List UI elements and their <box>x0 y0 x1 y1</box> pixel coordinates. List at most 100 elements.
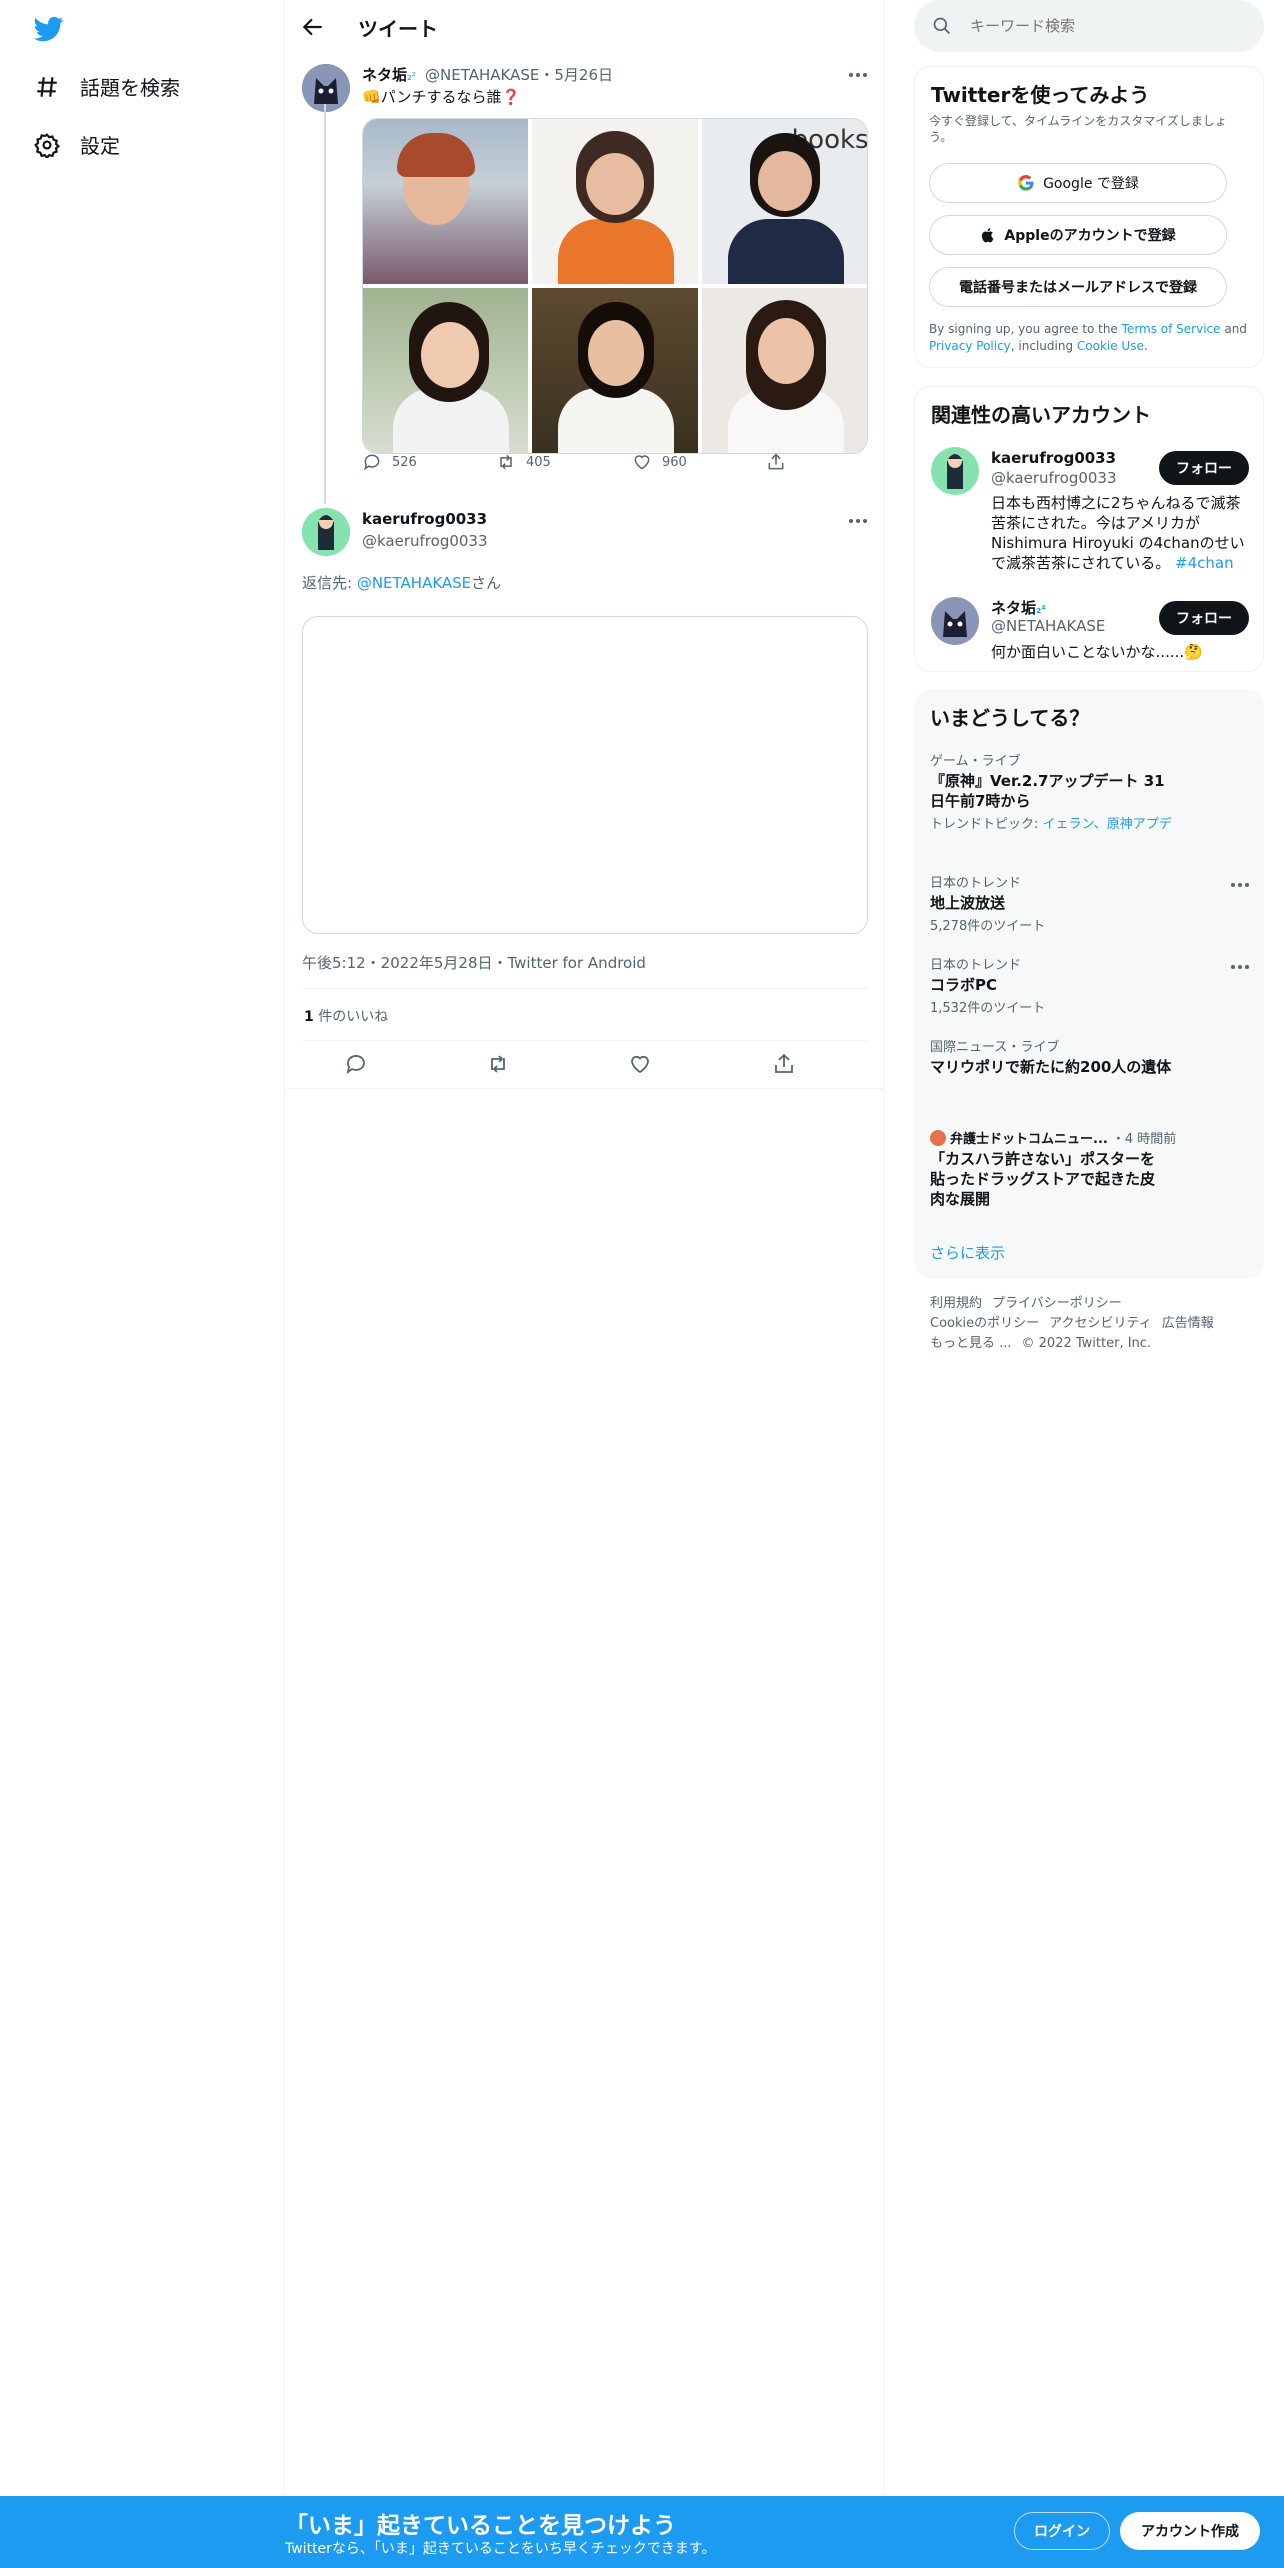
retweet-icon[interactable] <box>486 1052 510 1076</box>
signup-card: Twitterを使ってみよう 今すぐ登録して、タイムラインをカスタマイズしましょ… <box>914 66 1264 368</box>
user-avatar-icon <box>302 508 350 556</box>
cookie-link[interactable]: Cookie Use <box>1077 339 1144 353</box>
search-icon <box>933 17 951 35</box>
more-icon[interactable] <box>1230 964 1250 970</box>
sleep-emoji: ₂ᶻ <box>407 69 417 83</box>
back-arrow-icon[interactable] <box>300 14 326 40</box>
trend-category: 国際ニュース・ライブ <box>930 1040 1060 1055</box>
legal-text: and <box>1220 322 1247 336</box>
like-button[interactable]: 960 <box>632 452 687 472</box>
trend-item-5[interactable]: 弁護士ドットコムニュー... ・4 時間前 「カスハラ許さない」ポスターを貼ったド… <box>930 1128 1230 1209</box>
related-avatar-1[interactable] <box>931 447 979 495</box>
search-box[interactable] <box>914 0 1264 52</box>
trend-name: コラボPC <box>930 976 998 994</box>
trend-topic-link[interactable]: イェラン、原神アプデ <box>1043 817 1172 832</box>
nav-explore-label: 話題を検索 <box>80 76 180 100</box>
more-icon[interactable] <box>848 72 868 78</box>
phone-email-signup-button[interactable]: 電話番号またはメールアドレスで登録 <box>929 267 1227 307</box>
footer-link[interactable]: プライバシーポリシー <box>992 1296 1122 1311</box>
footer-link[interactable]: 広告情報 <box>1162 1316 1214 1331</box>
cat-avatar-icon <box>931 597 979 645</box>
privacy-link[interactable]: Privacy Policy <box>929 339 1011 353</box>
quoted-tweet-avatar[interactable] <box>302 64 350 112</box>
follow-button[interactable]: フォロー <box>1159 451 1249 485</box>
retweet-button[interactable]: 405 <box>496 452 551 472</box>
photo-3[interactable]: books <box>701 119 867 284</box>
divider <box>302 1040 868 1041</box>
legal-text: . <box>1143 339 1148 353</box>
terms-link[interactable]: Terms of Service <box>1122 322 1221 336</box>
related-name-1[interactable]: kaerufrog0033 <box>991 449 1116 467</box>
footer-link[interactable]: 利用規約 <box>930 1296 982 1311</box>
related-handle-2[interactable]: @NETAHAKASE <box>991 617 1105 635</box>
trend-item-2[interactable]: 日本のトレンド 地上波放送 5,278件のツイート <box>930 872 1230 934</box>
bottom-bar-title: 「いま」起きていることを見つけよう <box>285 2513 676 2539</box>
related-avatar-2[interactable] <box>931 597 979 645</box>
create-account-button[interactable]: アカウント作成 <box>1120 2512 1260 2550</box>
footer-link[interactable]: Cookieのポリシー <box>930 1316 1039 1331</box>
legal-text: , including <box>1010 339 1077 353</box>
footer-more-link[interactable]: もっと見る ... <box>930 1336 1012 1351</box>
photo-grid[interactable]: books <box>362 118 868 454</box>
reply-icon[interactable] <box>344 1052 368 1076</box>
trend-count: 1,532件のツイート <box>930 1001 1046 1016</box>
hashtag-link[interactable]: #4chan <box>1175 554 1234 572</box>
photo-5[interactable] <box>532 288 698 453</box>
trend-name: 『原神』Ver.2.7アップデート 31日午前7時から <box>930 772 1165 810</box>
nav-settings-label: 設定 <box>80 134 120 158</box>
show-more-link[interactable]: さらに表示 <box>930 1242 1005 1263</box>
footer: 利用規約 プライバシーポリシー Cookieのポリシー アクセシビリティ 広告情報 も… <box>930 1294 1260 1354</box>
trend-item-3[interactable]: 日本のトレンド コラボPC 1,532件のツイート <box>930 954 1230 1016</box>
footer-link[interactable]: アクセシビリティ <box>1049 1316 1152 1331</box>
google-signup-button[interactable]: Google で登録 <box>929 163 1227 203</box>
tweet-author-handle[interactable]: @kaerufrog0033 <box>362 532 488 550</box>
heart-icon[interactable] <box>628 1052 652 1076</box>
photo-1[interactable] <box>363 119 529 284</box>
share-button[interactable] <box>766 452 786 472</box>
trends-title: いまどうしてる？ <box>930 706 1090 730</box>
tweet-avatar[interactable] <box>302 508 350 556</box>
gear-icon <box>34 132 60 158</box>
twitter-logo-icon[interactable] <box>32 14 66 44</box>
likes-summary[interactable]: 1 件のいいね <box>304 1006 388 1026</box>
related-name-2-row[interactable]: ネタ垢₂ᶻ <box>991 597 1046 618</box>
bottom-bar-subtitle: Twitterなら、「いま」起きていることをいち早くチェックできます。 <box>285 2541 716 2557</box>
quoted-tweet-name[interactable]: ネタ垢 <box>362 66 407 84</box>
trend-item-4[interactable]: 国際ニュース・ライブ マリウポリで新たに約200人の遺体 <box>930 1036 1230 1077</box>
photo-6[interactable] <box>701 288 867 453</box>
quoted-tweet-handle[interactable]: @NETAHAKASE <box>425 66 539 84</box>
apple-signup-button[interactable]: Appleのアカウントで登録 <box>929 215 1227 255</box>
related-handle-1[interactable]: @kaerufrog0033 <box>991 469 1117 487</box>
nav-settings[interactable]: 設定 <box>34 130 120 159</box>
related-bio-2: 何か面白いことないかな......🤔 <box>991 641 1203 662</box>
punch-emoji: 👊 <box>362 88 381 106</box>
reply-to-line: 返信先: @NETAHAKASEさん <box>302 572 501 593</box>
follow-button[interactable]: フォロー <box>1159 601 1249 635</box>
reply-button[interactable]: 526 <box>362 452 417 472</box>
related-title: 関連性の高いアカウント <box>931 403 1151 427</box>
reply-mention-link[interactable]: @NETAHAKASE <box>357 574 471 592</box>
nav-explore[interactable]: 話題を検索 <box>34 72 180 101</box>
more-icon[interactable] <box>1230 882 1250 888</box>
photo-2[interactable] <box>532 119 698 284</box>
quoted-tweet-date[interactable]: ・5月26日 <box>539 66 613 84</box>
login-button[interactable]: ログイン <box>1014 2512 1110 2550</box>
search-input[interactable] <box>970 14 1240 38</box>
tweet-author-name[interactable]: kaerufrog0033 <box>362 510 487 528</box>
divider <box>302 988 868 989</box>
news-source: 弁護士ドットコムニュー... <box>950 1132 1108 1147</box>
photo-4[interactable] <box>363 288 529 453</box>
sleep-emoji: ₂ᶻ <box>1036 602 1047 616</box>
reply-count: 526 <box>392 454 417 470</box>
page-title: ツイート <box>358 17 438 41</box>
tweet-timestamp[interactable]: 午後5:12・2022年5月28日・Twitter for Android <box>302 952 646 973</box>
cat-avatar-icon <box>302 64 350 112</box>
related-accounts-card: 関連性の高いアカウント kaerufrog0033 @kaerufrog0033… <box>914 386 1264 672</box>
embedded-media-card[interactable] <box>302 616 868 934</box>
trend-item-1[interactable]: ゲーム・ライブ 『原神』Ver.2.7アップデート 31日午前7時から トレンド… <box>930 750 1230 832</box>
related-name-2: ネタ垢 <box>991 599 1037 617</box>
copyright: © 2022 Twitter, Inc. <box>1021 1336 1152 1351</box>
tweet-more-icon[interactable] <box>848 518 868 524</box>
top-bar: ツイート <box>286 0 884 54</box>
share-icon[interactable] <box>772 1052 796 1076</box>
